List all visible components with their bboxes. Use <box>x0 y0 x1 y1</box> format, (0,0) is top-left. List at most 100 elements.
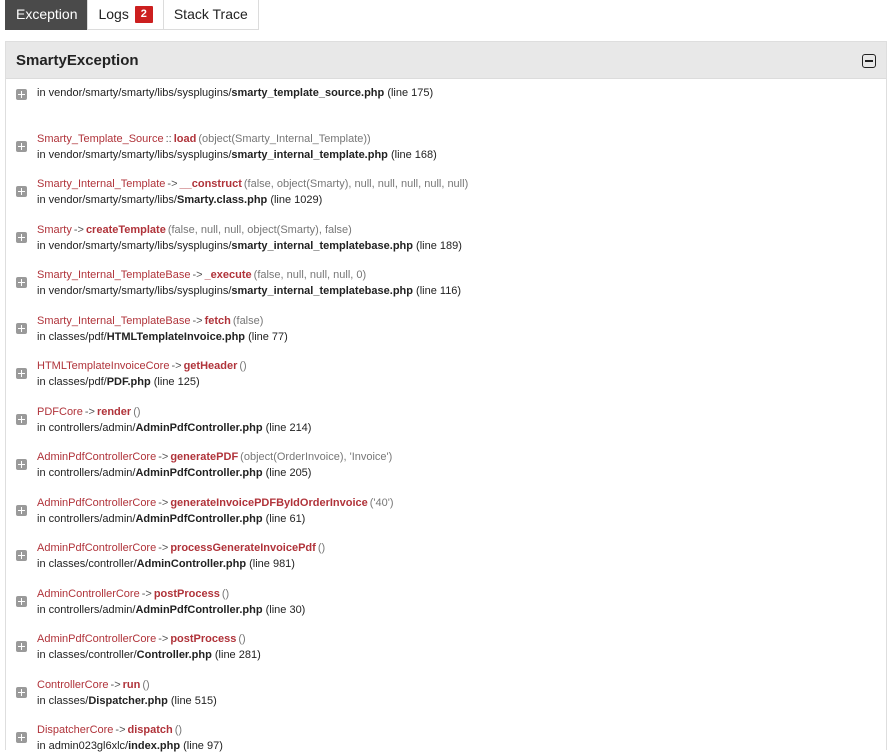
frame-class: AdminPdfControllerCore <box>37 633 157 645</box>
frame-file: HTMLTemplateInvoice.php <box>106 330 246 343</box>
expand-icon[interactable] <box>16 89 27 100</box>
frame-operator: -> <box>192 314 203 327</box>
frame-args: (false, null, null, object(Smarty), fals… <box>167 223 352 236</box>
frame-args: () <box>221 587 230 600</box>
frame-class: AdminPdfControllerCore <box>37 496 157 509</box>
frame-function: run <box>122 678 141 691</box>
expand-icon[interactable] <box>16 140 27 152</box>
frame-operator: -> <box>192 269 203 281</box>
frame-location: in vendor/smarty/smarty/libs/sysplugins/… <box>37 285 461 297</box>
frame-operator: :: <box>165 132 172 145</box>
frame-file: smarty_internal_templatebase.php <box>231 239 413 252</box>
frame-function: fetch <box>204 314 231 327</box>
frame-class: AdminPdfControllerCore <box>37 451 157 463</box>
frame-class: Smarty_Template_Source <box>37 132 164 145</box>
frame-function: load <box>173 132 197 145</box>
frame-file: AdminPdfController.php <box>135 467 263 479</box>
frame-file: AdminPdfController.php <box>135 603 263 616</box>
expand-icon[interactable] <box>16 686 27 698</box>
frame-location: in classes/Dispatcher.php (line 515) <box>37 695 217 707</box>
expand-icon[interactable] <box>16 732 27 743</box>
frame-args: () <box>133 405 141 418</box>
frame-location: in vendor/smarty/smarty/libs/sysplugins/… <box>37 149 437 161</box>
tab-exception-label: Exception <box>16 6 78 22</box>
tab-logs[interactable]: Logs 2 <box>87 0 164 30</box>
frame-call: PDFCore -> render() <box>37 406 141 418</box>
frame-class: Smarty_Internal_TemplateBase <box>37 269 191 281</box>
frame-args: (object(OrderInvoice), 'Invoice') <box>240 451 393 463</box>
frame-operator: -> <box>167 178 178 190</box>
frame-call: AdminPdfControllerCore -> postProcess() <box>37 633 246 645</box>
expand-icon[interactable] <box>16 277 27 288</box>
frame-line: (line 281) <box>214 649 261 661</box>
frame-args: (false, object(Smarty), null, null, null… <box>243 178 469 190</box>
frame-args: () <box>238 633 246 645</box>
tab-exception[interactable]: Exception <box>5 0 89 30</box>
frame-path: in controllers/admin/ <box>37 421 136 434</box>
frame-location: in vendor/smarty/smarty/libs/sysplugins/… <box>37 240 462 252</box>
frame-class: Smarty <box>37 223 72 236</box>
collapse-icon[interactable] <box>862 54 876 68</box>
frame-args: () <box>239 360 247 372</box>
frame-path: in classes/pdf/ <box>37 330 107 343</box>
frame-line: (line 214) <box>265 421 312 434</box>
frame-function: generatePDF <box>170 451 239 463</box>
frame-class: Smarty_Internal_TemplateBase <box>37 314 191 327</box>
frame-path: in controllers/admin/ <box>37 467 136 479</box>
frame-location: in vendor/smarty/smarty/libs/Smarty.clas… <box>37 194 322 206</box>
frame-path: in classes/pdf/ <box>37 376 107 388</box>
expand-icon[interactable] <box>16 368 27 379</box>
panel-header: SmartyException <box>6 42 886 79</box>
tab-stack-trace[interactable]: Stack Trace <box>162 0 259 30</box>
frame-line: (line 61) <box>265 512 306 525</box>
frame-function: dispatch <box>127 724 173 736</box>
frame-location: in classes/controller/AdminController.ph… <box>37 558 295 570</box>
frame-function: processGenerateInvoicePdf <box>170 542 316 554</box>
frame-args: (false) <box>232 314 264 327</box>
tab-stack-trace-label: Stack Trace <box>173 6 248 22</box>
frame-args: (object(Smarty_Internal_Template)) <box>198 132 371 145</box>
frame-call: Smarty_Template_Source:: load (object(Smar… <box>37 133 371 145</box>
frame-class: AdminControllerCore <box>37 587 140 600</box>
frame-line: (line 515) <box>170 694 217 707</box>
expand-icon[interactable] <box>16 231 27 243</box>
expand-icon[interactable] <box>16 504 27 516</box>
frame-function: getHeader <box>183 360 238 372</box>
frame-file: smarty_internal_templatebase.php <box>231 285 413 297</box>
expand-icon[interactable] <box>16 641 27 652</box>
frame-function: postProcess <box>170 633 237 645</box>
frame-class: HTMLTemplateInvoiceCore <box>37 360 170 372</box>
frame-location: in vendor/smarty/smarty/libs/sysplugins/… <box>37 87 433 99</box>
frame-call: Smarty -> createTemplate (false, null, null… <box>37 224 352 236</box>
expand-icon[interactable] <box>16 413 27 425</box>
frame-line: (line 981) <box>249 558 295 570</box>
frame-file: smarty_internal_template.php <box>231 148 388 161</box>
expand-icon[interactable] <box>16 322 27 334</box>
expand-icon[interactable] <box>16 595 27 607</box>
frame-path: in classes/ <box>37 694 89 707</box>
expand-icon[interactable] <box>16 459 27 470</box>
frame-call: AdminPdfControllerCore -> processGenerateI… <box>37 542 325 554</box>
frame-operator: -> <box>141 587 152 600</box>
frame-line: (line 168) <box>390 148 437 161</box>
frame-function: postProcess <box>153 587 220 600</box>
frame-location: in controllers/admin/AdminPdfController.… <box>37 604 305 616</box>
frame-args: () <box>317 542 326 554</box>
frame-path: in controllers/admin/ <box>37 512 136 525</box>
frame-line: (line 125) <box>153 376 200 388</box>
frame-path: in vendor/smarty/smarty/libs/sysplugins/ <box>37 239 232 252</box>
logs-count-badge: 2 <box>134 6 153 23</box>
expand-icon[interactable] <box>16 186 27 197</box>
expand-icon[interactable] <box>16 550 27 561</box>
frame-line: (line 116) <box>416 285 462 297</box>
frame-operator: -> <box>110 678 121 691</box>
frame-operator: -> <box>171 360 182 372</box>
frame-operator: -> <box>158 542 169 554</box>
frame-file: smarty_template_source.php <box>231 87 385 99</box>
frame-function: createTemplate <box>85 223 166 236</box>
frame-file: Dispatcher.php <box>88 694 168 707</box>
frame-call: HTMLTemplateInvoiceCore -> getHeader() <box>37 360 247 372</box>
frame-args: (false, null, null, null, 0) <box>253 269 367 281</box>
frame-path: in controllers/admin/ <box>37 603 136 616</box>
frame-call: Smarty_Internal_TemplateBase -> _execute (f… <box>37 269 366 281</box>
